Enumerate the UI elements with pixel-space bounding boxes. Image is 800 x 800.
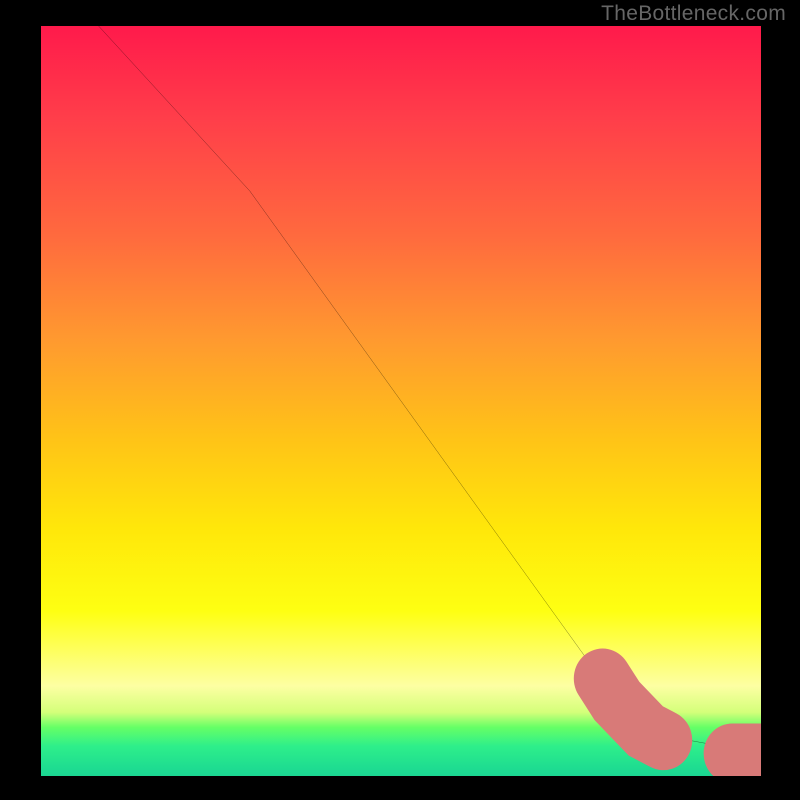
- plot-area: [41, 26, 761, 776]
- watermark-label: TheBottleneck.com: [601, 2, 786, 26]
- chart-stage: TheBottleneck.com: [0, 0, 800, 800]
- gradient-background: [41, 26, 761, 776]
